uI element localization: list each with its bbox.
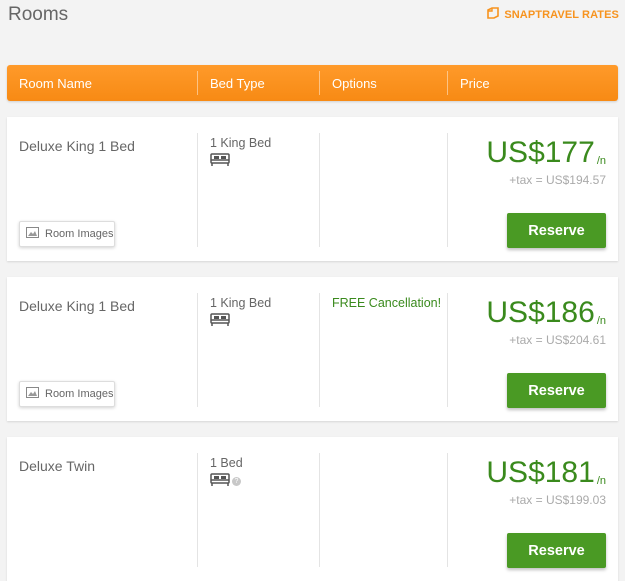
bed-type-cell: 1 Bed ?: [197, 453, 319, 567]
per-night-label: /n: [596, 315, 606, 327]
room-images-label: Room Images: [45, 388, 114, 400]
room-name: Deluxe King 1 Bed: [19, 298, 135, 314]
room-name-cell: Deluxe King 1 Bed Room Images: [7, 133, 197, 247]
options-cell: [319, 133, 447, 247]
bed-type-cell: 1 King Bed: [197, 293, 319, 407]
bed-icon: [210, 152, 230, 167]
price-cell: US$186 /n +tax = US$204.61 Reserve: [447, 293, 618, 408]
header-price: Price: [447, 71, 618, 95]
bed-label: 1 Bed: [210, 456, 243, 470]
price-cell: US$181 /n +tax = US$199.03 Reserve: [447, 453, 618, 568]
bed-type-cell: 1 King Bed: [197, 133, 319, 247]
room-name: Deluxe Twin: [19, 458, 96, 474]
bed-icon: [210, 472, 230, 487]
per-night-label: /n: [596, 155, 606, 167]
price-with-tax: +tax = US$199.03: [509, 493, 606, 507]
header-bed-type: Bed Type: [197, 71, 319, 95]
room-row: Deluxe Twin 1 Bed ? US$181 /n +tax = US$…: [7, 437, 618, 581]
bed-icon: [210, 312, 230, 327]
snaptravel-rates-label: SNAPTRAVEL RATES: [504, 8, 619, 21]
room-images-label: Room Images: [45, 228, 114, 240]
room-name-cell: Deluxe Twin: [7, 453, 197, 567]
room-row: Deluxe King 1 Bed Room Images 1 King Bed…: [7, 117, 618, 261]
price-amount: US$186: [486, 296, 595, 329]
image-icon: [26, 387, 39, 401]
question-icon[interactable]: ?: [232, 476, 241, 486]
room-row: Deluxe King 1 Bed Room Images 1 King Bed…: [7, 277, 618, 421]
options-cell: FREE Cancellation!: [319, 293, 447, 407]
price-amount: US$177: [486, 136, 595, 169]
room-images-button[interactable]: Room Images: [19, 221, 115, 247]
reserve-button[interactable]: Reserve: [507, 213, 606, 248]
snaptravel-logo-icon: [486, 6, 500, 23]
bed-label: 1 King Bed: [210, 136, 272, 150]
room-name-cell: Deluxe King 1 Bed Room Images: [7, 293, 197, 407]
price-with-tax: +tax = US$204.61: [509, 333, 606, 347]
bed-label: 1 King Bed: [210, 296, 272, 310]
page-title: Rooms: [8, 4, 69, 25]
price-amount: US$181: [486, 456, 595, 489]
rooms-table-header: Room Name Bed Type Options Price: [7, 65, 618, 101]
header-room-name: Room Name: [19, 75, 92, 91]
price-with-tax: +tax = US$194.57: [509, 173, 606, 187]
snaptravel-rates-badge: SNAPTRAVEL RATES: [486, 6, 619, 23]
per-night-label: /n: [596, 475, 606, 487]
options-cell: [319, 453, 447, 567]
price-cell: US$177 /n +tax = US$194.57 Reserve: [447, 133, 618, 248]
room-name: Deluxe King 1 Bed: [19, 138, 135, 154]
room-images-button[interactable]: Room Images: [19, 381, 115, 407]
reserve-button[interactable]: Reserve: [507, 533, 606, 568]
image-icon: [26, 227, 39, 241]
free-cancellation-text: FREE Cancellation!: [332, 296, 442, 310]
header-options: Options: [319, 71, 447, 95]
reserve-button[interactable]: Reserve: [507, 373, 606, 408]
